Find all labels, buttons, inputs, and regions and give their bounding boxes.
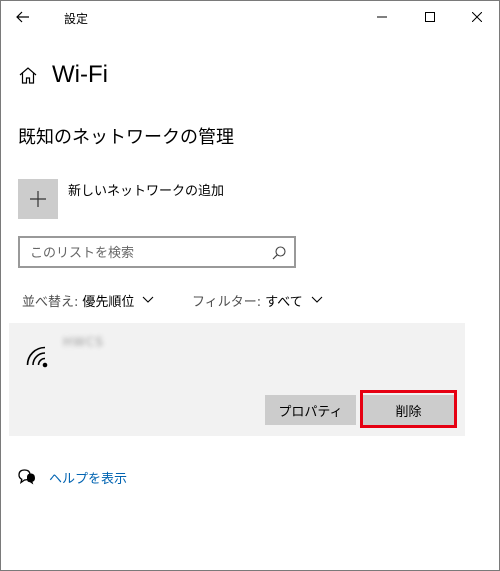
- network-ssid: HWCS: [63, 335, 104, 349]
- page-header: Wi-Fi: [18, 59, 108, 91]
- chevron-down-icon: [143, 296, 154, 303]
- delete-button[interactable]: 削除: [363, 395, 454, 425]
- close-button[interactable]: [454, 1, 499, 33]
- sort-label: 並べ替え:: [22, 294, 79, 310]
- help-chat-icon: [18, 469, 35, 485]
- search-box: [18, 236, 296, 268]
- close-icon: [472, 12, 482, 22]
- properties-button[interactable]: プロパティ: [265, 395, 356, 425]
- wifi-signal-icon: [26, 346, 48, 368]
- sort-value: 優先順位: [82, 294, 135, 310]
- search-input[interactable]: [28, 242, 262, 264]
- help-link[interactable]: ヘルプを表示: [49, 468, 127, 487]
- sort-dropdown[interactable]: 並べ替え: 優先順位: [22, 290, 154, 310]
- maximize-icon: [425, 12, 435, 22]
- filter-dropdown[interactable]: フィルター: すべて: [192, 290, 323, 310]
- back-button[interactable]: [1, 1, 45, 33]
- minimize-icon: [377, 16, 387, 18]
- help-link-row[interactable]: ヘルプを表示: [18, 467, 127, 487]
- section-title: 既知のネットワークの管理: [18, 127, 234, 148]
- page-title: Wi-Fi: [52, 61, 108, 88]
- filter-value: すべて: [265, 294, 303, 310]
- search-icon[interactable]: [271, 245, 287, 261]
- filter-label: フィルター:: [192, 294, 262, 310]
- window-title: 設定: [64, 12, 89, 26]
- back-arrow-icon: [16, 11, 29, 23]
- chevron-down-icon: [311, 296, 323, 303]
- minimize-button[interactable]: [359, 1, 405, 33]
- network-list-item[interactable]: HWCS プロパティ 削除: [9, 323, 465, 436]
- home-icon[interactable]: [18, 65, 38, 85]
- add-network-button[interactable]: 新しいネットワークの追加: [18, 179, 224, 219]
- settings-window: 設定 Wi-Fi 既知のネットワークの管理 新しいネットワークの追加 このリスト…: [0, 0, 500, 571]
- title-bar: 設定: [1, 1, 499, 33]
- add-network-label: 新しいネットワークの追加: [68, 184, 225, 199]
- plus-icon: [18, 179, 58, 219]
- maximize-button[interactable]: [407, 1, 453, 33]
